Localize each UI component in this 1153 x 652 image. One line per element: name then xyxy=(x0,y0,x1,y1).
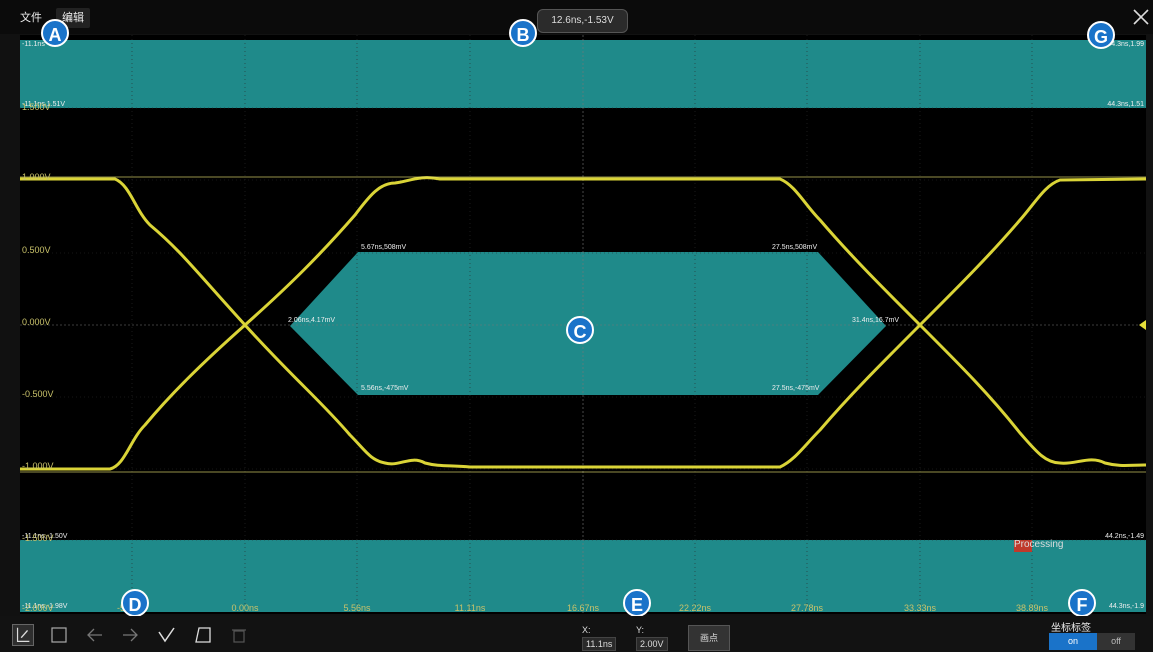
toggle-off-option[interactable]: off xyxy=(1097,633,1135,650)
x-tick-label: 11.11ns xyxy=(454,603,486,613)
callout-badge-b: B xyxy=(509,19,537,47)
mask-label-hex-right: 31.4ns,16.7mV xyxy=(852,317,900,324)
cursor-coordinate-readout: 12.6ns,-1.53V xyxy=(537,9,628,33)
mask-label-hex-left: 2.06ns,4.17mV xyxy=(288,317,336,324)
mask-label-top-left-top: -11.1ns xyxy=(22,41,45,48)
mask-label-hex-top-right: 27.5ns,508mV xyxy=(772,244,818,251)
y-coordinate-field[interactable]: Y: 2.00V xyxy=(636,625,668,651)
x-coordinate-field[interactable]: X: 11.1ns xyxy=(582,625,617,651)
callout-badge-g: G xyxy=(1087,21,1115,49)
bottom-toolbar: X: 11.1ns Y: 2.00V 画点 xyxy=(0,616,1153,652)
x-field-label: X: xyxy=(582,625,591,635)
callout-badge-a: A xyxy=(41,19,69,47)
mask-top-region xyxy=(20,40,1146,108)
coordinate-label-title: 坐标标签 xyxy=(1051,623,1091,634)
toggle-on-option[interactable]: on xyxy=(1049,633,1097,650)
y-tick-label: -1.000V xyxy=(22,461,54,471)
mask-label-top-right-bottom: 44.3ns,1.51 xyxy=(1107,101,1144,108)
callout-badge-d: D xyxy=(121,589,149,617)
undo-icon[interactable] xyxy=(84,624,106,646)
y-tick-label: 0.500V xyxy=(22,245,51,255)
mask-label-bottom-right-bottom: 44.3ns,-1.9 xyxy=(1108,603,1144,610)
mask-label-bottom-right-top: 44.2ns,-1.49 xyxy=(1105,533,1144,540)
y-field-value[interactable]: 2.00V xyxy=(636,637,668,651)
x-tick-label: 0.00ns xyxy=(231,603,259,613)
callout-badge-e: E xyxy=(623,589,651,617)
y-tick-label: 1.000V xyxy=(22,172,51,182)
x-tick-label: 33.33ns xyxy=(903,603,937,613)
rectangle-icon[interactable] xyxy=(48,624,70,646)
pen-point-icon[interactable] xyxy=(156,624,178,646)
y-field-label: Y: xyxy=(636,625,645,635)
y-tick-label: -0.500V xyxy=(22,389,54,399)
x-field-value[interactable]: 11.1ns xyxy=(582,637,617,651)
trigger-level-marker xyxy=(1139,320,1146,330)
axis-pen-icon[interactable] xyxy=(12,624,34,646)
x-tick-label: 38.89ns xyxy=(1015,603,1049,613)
x-tick-label: 16.67ns xyxy=(566,603,600,613)
y-tick-label: -2.000V xyxy=(22,603,54,613)
processing-status-text: Processing xyxy=(1014,539,1064,550)
y-tick-label: 1.500V xyxy=(22,102,51,112)
draw-point-button[interactable]: 画点 xyxy=(688,625,730,651)
callout-badge-f: F xyxy=(1068,589,1096,617)
y-tick-label: -1.500V xyxy=(22,533,54,543)
callout-badge-c: C xyxy=(566,316,594,344)
mask-label-hex-bottom-right: 27.5ns,-475mV xyxy=(772,385,820,392)
y-tick-label: 0.000V xyxy=(22,317,51,327)
close-icon[interactable] xyxy=(1130,6,1152,28)
x-tick-label: 27.78ns xyxy=(790,603,824,613)
x-tick-label: 22.22ns xyxy=(678,603,712,613)
menu-bar: 文件 编辑 12.6ns,-1.53V xyxy=(0,0,1153,34)
polygon-icon[interactable] xyxy=(192,624,214,646)
trash-icon[interactable] xyxy=(228,624,250,646)
redo-icon[interactable] xyxy=(119,624,141,646)
x-tick-label: 5.56ns xyxy=(343,603,371,613)
coordinate-label-toggle[interactable]: on off xyxy=(1049,633,1135,650)
mask-label-hex-top-left: 5.67ns,508mV xyxy=(361,244,407,251)
mask-label-hex-bottom-left: 5.56ns,-475mV xyxy=(361,385,409,392)
